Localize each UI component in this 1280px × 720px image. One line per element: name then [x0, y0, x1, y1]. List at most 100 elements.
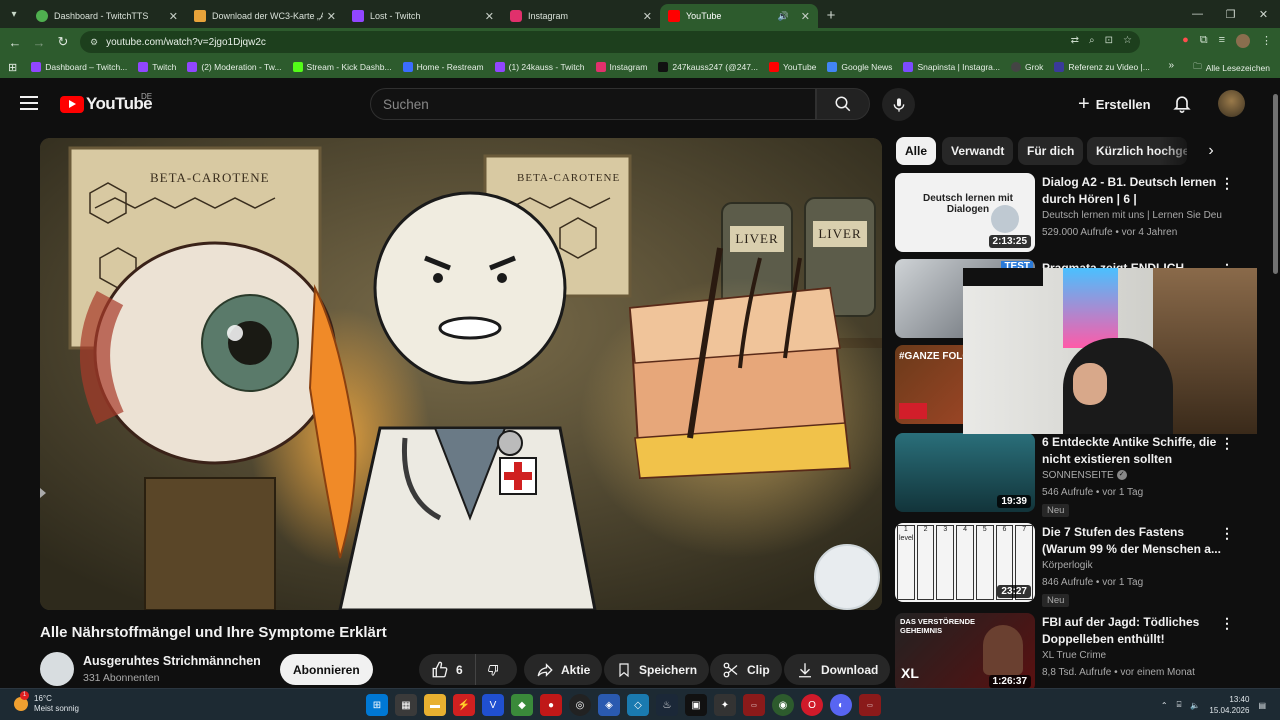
related-title[interactable]: FBI auf der Jagd: Tödliches Doppelleben …: [1042, 614, 1222, 648]
opera-icon[interactable]: O: [801, 694, 823, 716]
app-icon-record[interactable]: ●: [540, 694, 562, 716]
video-thumbnail[interactable]: DAS VERSTÖRENDE GEHEIMNIS XL 1:26:37: [895, 613, 1035, 692]
install-app-icon[interactable]: ⊡: [1105, 35, 1113, 46]
app-icon-sparkle[interactable]: ✦: [714, 694, 736, 716]
zoom-icon[interactable]: ⌕: [1089, 35, 1095, 46]
chrome-icon[interactable]: ◉: [772, 694, 794, 716]
volume-icon[interactable]: 🔈: [1190, 701, 1200, 710]
related-title[interactable]: Dialog A2 - B1. Deutsch lernen durch Hör…: [1042, 174, 1222, 208]
scrollbar-thumb[interactable]: [1273, 94, 1278, 274]
bookmark-item[interactable]: (1) 24kauss - Twitch: [494, 62, 585, 72]
bookmark-item[interactable]: Snapinsta | Instagra...: [903, 62, 1000, 72]
all-bookmarks-button[interactable]: 🗀 Alle Lesezeichen: [1193, 61, 1270, 75]
share-button[interactable]: Aktie: [524, 654, 603, 685]
app-icon-badge[interactable]: ▭: [743, 694, 765, 716]
windows-start-icon[interactable]: ⊞: [366, 694, 388, 716]
channel-avatar[interactable]: [40, 652, 74, 686]
related-title[interactable]: Die 7 Stufen des Fastens (Warum 99 % der…: [1042, 524, 1222, 558]
media-controls-icon[interactable]: ≡: [1219, 34, 1225, 48]
close-tab-icon[interactable]: ✕: [801, 10, 810, 23]
file-explorer-icon[interactable]: ▬: [424, 694, 446, 716]
browser-tab-youtube[interactable]: YouTube 🔊 ✕: [660, 4, 818, 28]
like-button[interactable]: 6: [419, 654, 475, 685]
close-tab-icon[interactable]: ✕: [485, 10, 494, 23]
browser-tab-2[interactable]: Download der WC3-Karte „Ani ✕: [186, 4, 344, 28]
forward-icon[interactable]: →: [27, 35, 51, 50]
more-actions-icon[interactable]: ⋮: [1220, 615, 1234, 632]
bookmark-item[interactable]: Twitch: [138, 62, 176, 72]
notifications-button[interactable]: [1172, 92, 1192, 119]
search-input[interactable]: Suchen: [370, 88, 816, 120]
related-title[interactable]: 6 Entdeckte Antike Schiffe, die nicht ex…: [1042, 434, 1222, 468]
page-scrollbar[interactable]: [1270, 80, 1280, 688]
more-actions-icon[interactable]: ⋮: [1220, 525, 1234, 542]
chevron-up-icon[interactable]: ⌃: [1161, 701, 1168, 710]
profile-avatar[interactable]: [1236, 34, 1250, 48]
tab-audio-icon[interactable]: 🔊: [778, 11, 789, 22]
save-button[interactable]: Speichern: [604, 654, 710, 685]
reload-icon[interactable]: ↻: [51, 34, 75, 50]
bookmark-item[interactable]: Instagram: [595, 62, 647, 72]
channel-name[interactable]: Ausgeruhtes Strichmännchen: [83, 654, 261, 668]
steam-icon[interactable]: ♨: [656, 694, 678, 716]
search-button[interactable]: [816, 88, 870, 120]
taskbar-clock[interactable]: 13:40 15.04.2026: [1209, 694, 1249, 716]
app-icon-cyan[interactable]: ◇: [627, 694, 649, 716]
video-player[interactable]: LIVER LIVER BETA-CAROTENE BETA-CAROTENE: [40, 138, 882, 610]
dislike-button[interactable]: [475, 654, 517, 685]
chip-for-you[interactable]: Für dich: [1018, 137, 1084, 165]
address-bar[interactable]: ⚙ youtube.com/watch?v=2jgo1Djqw2c ⇄ ⌕ ⊡ …: [80, 31, 1140, 53]
restore-icon[interactable]: ❐: [1214, 0, 1247, 28]
related-video-item[interactable]: DAS VERSTÖRENDE GEHEIMNIS XL 1:26:37 FBI…: [895, 613, 1245, 695]
new-tab-button[interactable]: +: [818, 4, 844, 28]
notifications-center-icon[interactable]: ▤: [1258, 701, 1266, 710]
bookmark-item[interactable]: Dashboard – Twitch...: [31, 62, 127, 72]
obs-icon[interactable]: ◎: [569, 694, 591, 716]
voice-search-button[interactable]: [882, 88, 915, 121]
clip-button[interactable]: Clip: [710, 654, 782, 685]
apps-grid-icon[interactable]: ⊞: [8, 61, 17, 74]
app-icon-blue[interactable]: ◈: [598, 694, 620, 716]
discord-icon[interactable]: ◐: [830, 694, 852, 716]
app-icon-v[interactable]: V: [482, 694, 504, 716]
subscribe-button[interactable]: Abonnieren: [280, 654, 373, 685]
related-video-item[interactable]: 19:39 6 Entdeckte Antike Schiffe, die ni…: [895, 433, 1245, 517]
extensions-icon[interactable]: ⧉: [1200, 34, 1208, 48]
related-video-item[interactable]: Deutsch lernen mit Dialogen 2:13:25 Dial…: [895, 173, 1245, 255]
more-bookmarks-icon[interactable]: »: [1168, 60, 1174, 71]
video-thumbnail[interactable]: 19:39: [895, 433, 1035, 512]
bookmark-star-icon[interactable]: ☆: [1123, 35, 1132, 46]
close-tab-icon[interactable]: ✕: [643, 10, 652, 23]
chevron-right-icon[interactable]: ›: [1200, 140, 1222, 162]
browser-tab-4[interactable]: Instagram ✕: [502, 4, 660, 28]
related-channel[interactable]: SONNENSEITE ✓: [1042, 470, 1222, 481]
adblock-icon[interactable]: ●: [1182, 34, 1189, 48]
more-actions-icon[interactable]: ⋮: [1220, 435, 1234, 452]
bookmark-item[interactable]: YouTube: [769, 62, 816, 72]
related-channel[interactable]: Deutsch lernen mit uns | Lernen Sie Deut…: [1042, 210, 1222, 221]
close-window-icon[interactable]: ✕: [1247, 0, 1280, 28]
user-avatar[interactable]: [1218, 90, 1245, 117]
app-icon-red[interactable]: ⚡: [453, 694, 475, 716]
bookmark-item[interactable]: Referenz zu Video |...: [1054, 62, 1150, 72]
video-thumbnail[interactable]: 1 2 3 4 5 6 7 level 23:27: [895, 523, 1035, 602]
download-button[interactable]: Download: [784, 654, 891, 685]
tab-search-menu[interactable]: ▾: [0, 0, 28, 28]
close-tab-icon[interactable]: ✕: [327, 10, 336, 23]
bookmark-item[interactable]: Grok: [1010, 62, 1043, 72]
browser-menu-icon[interactable]: ⋮: [1261, 34, 1272, 48]
related-channel[interactable]: Körperlogik: [1042, 560, 1222, 571]
menu-icon[interactable]: [20, 96, 38, 110]
minimize-icon[interactable]: —: [1181, 0, 1214, 28]
network-icon[interactable]: ⌸: [1177, 700, 1182, 710]
related-video-item[interactable]: 1 2 3 4 5 6 7 level 23:27 Die 7 Stufen d…: [895, 523, 1245, 607]
related-channel[interactable]: XL True Crime: [1042, 650, 1222, 661]
close-tab-icon[interactable]: ✕: [169, 10, 178, 23]
translate-icon[interactable]: ⇄: [1071, 35, 1079, 46]
more-actions-icon[interactable]: ⋮: [1220, 175, 1234, 192]
video-thumbnail[interactable]: Deutsch lernen mit Dialogen 2:13:25: [895, 173, 1035, 252]
youtube-logo[interactable]: YouTube: [60, 94, 153, 114]
calculator-icon[interactable]: ▦: [395, 694, 417, 716]
bookmark-item[interactable]: 247kauss247 (@247...: [658, 62, 758, 72]
chip-all[interactable]: Alle: [896, 137, 937, 165]
